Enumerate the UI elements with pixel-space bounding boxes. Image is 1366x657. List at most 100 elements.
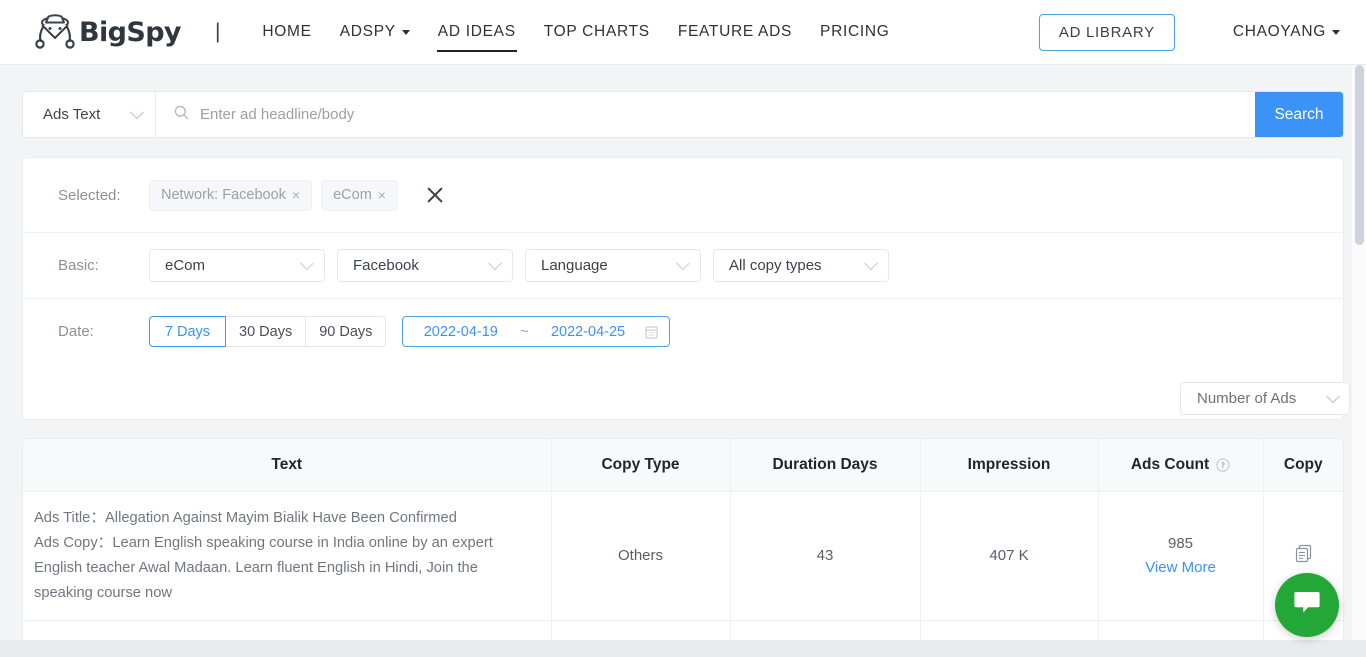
nav-label-home: HOME bbox=[262, 23, 312, 40]
date-preset-90-days[interactable]: 90 Days bbox=[306, 316, 387, 347]
basic-label: Basic: bbox=[58, 257, 99, 274]
logo-text: BigSpy bbox=[79, 16, 182, 48]
page-scrollbar[interactable] bbox=[1352, 65, 1366, 657]
filter-select-network-value: Facebook bbox=[353, 257, 419, 274]
date-range-presets: 7 Days 30 Days 90 Days bbox=[149, 316, 387, 347]
filter-select-category[interactable]: eCom bbox=[149, 249, 325, 282]
col-header-impression[interactable]: Impression bbox=[920, 439, 1099, 492]
nav-label-ad-ideas: AD IDEAS bbox=[437, 23, 516, 40]
sort-by-value: Number of Ads bbox=[1197, 390, 1297, 407]
copy-icon[interactable] bbox=[1295, 544, 1312, 563]
header-divider: | bbox=[214, 20, 221, 43]
nav-item-top-charts[interactable]: TOP CHARTS bbox=[530, 0, 664, 65]
col-header-text[interactable]: Text bbox=[23, 439, 552, 492]
table-header-row: Text Copy Type Duration Days Impression bbox=[23, 439, 1343, 492]
basic-filters-row: Basic: eCom Facebook Language All copy t… bbox=[23, 232, 1343, 298]
col-header-copy[interactable]: Copy bbox=[1263, 439, 1343, 492]
filter-select-network[interactable]: Facebook bbox=[337, 249, 513, 282]
header-actions: AD LIBRARY CHAOYANG bbox=[1038, 13, 1340, 51]
nav-label-top-charts: TOP CHARTS bbox=[543, 23, 650, 40]
chevron-down-icon bbox=[1332, 29, 1340, 35]
search-type-label: Ads Text bbox=[43, 106, 101, 123]
filter-select-language[interactable]: Language bbox=[525, 249, 701, 282]
question-mark-icon[interactable]: ? bbox=[1216, 458, 1230, 472]
date-label: Date: bbox=[58, 323, 94, 340]
nav-item-feature-ads[interactable]: FEATURE ADS bbox=[664, 0, 806, 65]
svg-text:?: ? bbox=[1221, 461, 1226, 470]
search-button[interactable]: Search bbox=[1255, 92, 1343, 137]
search-icon bbox=[174, 105, 189, 125]
spy-face-logo-icon bbox=[33, 12, 77, 52]
col-header-duration-days[interactable]: Duration Days bbox=[730, 439, 921, 492]
search-input-wrapper bbox=[156, 92, 1255, 137]
page-root: BigSpy | HOME ADSPY AD IDEAS TOP CHARTS … bbox=[0, 0, 1366, 657]
chevron-down-icon bbox=[401, 29, 410, 35]
ads-count-value: 985 bbox=[1167, 535, 1194, 552]
filter-select-category-value: eCom bbox=[165, 257, 206, 274]
chevron-down-icon bbox=[863, 255, 879, 270]
filter-panel: Selected: Network: Facebook × eCom × Bas… bbox=[22, 157, 1344, 420]
date-to-value: 2022-04-25 bbox=[550, 323, 626, 340]
site-header: BigSpy | HOME ADSPY AD IDEAS TOP CHARTS … bbox=[0, 0, 1366, 65]
clear-all-filters-icon[interactable] bbox=[424, 184, 446, 206]
filter-tag-ecom[interactable]: eCom × bbox=[321, 179, 398, 211]
nav-label-feature-ads: FEATURE ADS bbox=[677, 23, 793, 40]
cell-copy-type: Others bbox=[551, 491, 731, 621]
nav-item-adspy[interactable]: ADSPY bbox=[326, 0, 424, 65]
ad-library-button[interactable]: AD LIBRARY bbox=[1038, 13, 1175, 51]
logo[interactable]: BigSpy bbox=[33, 12, 182, 52]
scrollbar-thumb[interactable] bbox=[1355, 65, 1364, 245]
date-preset-7-days[interactable]: 7 Days bbox=[149, 316, 226, 347]
col-header-ads-count[interactable]: Ads Count ? bbox=[1098, 439, 1264, 492]
ads-table-element: Text Copy Type Duration Days Impression bbox=[23, 439, 1343, 657]
nav-label-pricing: PRICING bbox=[820, 23, 890, 40]
date-from-value: 2022-04-19 bbox=[423, 323, 498, 340]
cell-ads-count: 985 View More bbox=[1098, 491, 1264, 621]
search-input[interactable] bbox=[198, 105, 1255, 124]
ads-table: Text Copy Type Duration Days Impression bbox=[22, 438, 1344, 657]
sort-by-select[interactable]: Number of Ads bbox=[1180, 382, 1350, 415]
date-range-picker[interactable]: 2022-04-19 ~ 2022-04-25 bbox=[402, 316, 671, 347]
col-header-copy-type-label: Copy Type bbox=[601, 455, 680, 473]
chat-widget-button[interactable] bbox=[1275, 573, 1339, 637]
close-icon[interactable]: × bbox=[292, 187, 300, 203]
nav-item-ad-ideas[interactable]: AD IDEAS bbox=[424, 0, 530, 65]
user-account-label: CHAOYANG bbox=[1232, 23, 1326, 40]
filter-tag-network[interactable]: Network: Facebook × bbox=[149, 179, 313, 211]
table-row[interactable]: Ads Title：Allegation Against Mayim Biali… bbox=[23, 491, 1343, 621]
search-type-select[interactable]: Ads Text bbox=[23, 92, 156, 137]
selected-label: Selected: bbox=[58, 186, 121, 204]
chat-bubble-icon bbox=[1292, 589, 1322, 622]
col-header-copy-label: Copy bbox=[1283, 455, 1323, 473]
col-header-duration-days-label: Duration Days bbox=[772, 455, 878, 473]
date-filters-row: Date: 7 Days 30 Days 90 Days 2022-04-19 … bbox=[23, 298, 1343, 364]
view-more-link[interactable]: View More bbox=[1099, 559, 1263, 576]
selected-filters-row: Selected: Network: Facebook × eCom × bbox=[23, 158, 1343, 232]
nav-item-pricing[interactable]: PRICING bbox=[806, 0, 904, 65]
chevron-down-icon bbox=[129, 104, 145, 119]
col-header-text-label: Text bbox=[271, 455, 303, 473]
table-header: Text Copy Type Duration Days Impression bbox=[23, 439, 1343, 492]
bottom-strip bbox=[0, 640, 1366, 657]
chevron-down-icon bbox=[487, 255, 503, 270]
col-header-ads-count-label: Ads Count bbox=[1130, 455, 1210, 473]
filter-select-copy-types[interactable]: All copy types bbox=[713, 249, 889, 282]
chevron-down-icon bbox=[675, 255, 691, 270]
close-icon[interactable]: × bbox=[378, 187, 386, 203]
filter-select-copy-types-value: All copy types bbox=[729, 257, 822, 274]
nav-item-home[interactable]: HOME bbox=[248, 0, 325, 65]
filter-select-language-value: Language bbox=[541, 257, 608, 274]
user-account-menu[interactable]: CHAOYANG bbox=[1233, 23, 1340, 41]
date-preset-30-days[interactable]: 30 Days bbox=[226, 316, 307, 347]
col-header-impression-label: Impression bbox=[967, 455, 1051, 473]
cell-impression: 407 K bbox=[920, 491, 1099, 621]
date-separator: ~ bbox=[520, 323, 529, 340]
content-area: Ads Text Search Selected: Network: Fac bbox=[0, 65, 1366, 657]
search-bar: Ads Text Search bbox=[22, 91, 1344, 138]
filter-tag-ecom-label: eCom bbox=[333, 187, 372, 203]
chevron-down-icon bbox=[299, 255, 315, 270]
cell-text: Ads Title：Allegation Against Mayim Biali… bbox=[23, 491, 552, 621]
calendar-icon bbox=[645, 325, 659, 339]
filter-tag-network-label: Network: Facebook bbox=[161, 187, 286, 203]
col-header-copy-type[interactable]: Copy Type bbox=[551, 439, 731, 492]
